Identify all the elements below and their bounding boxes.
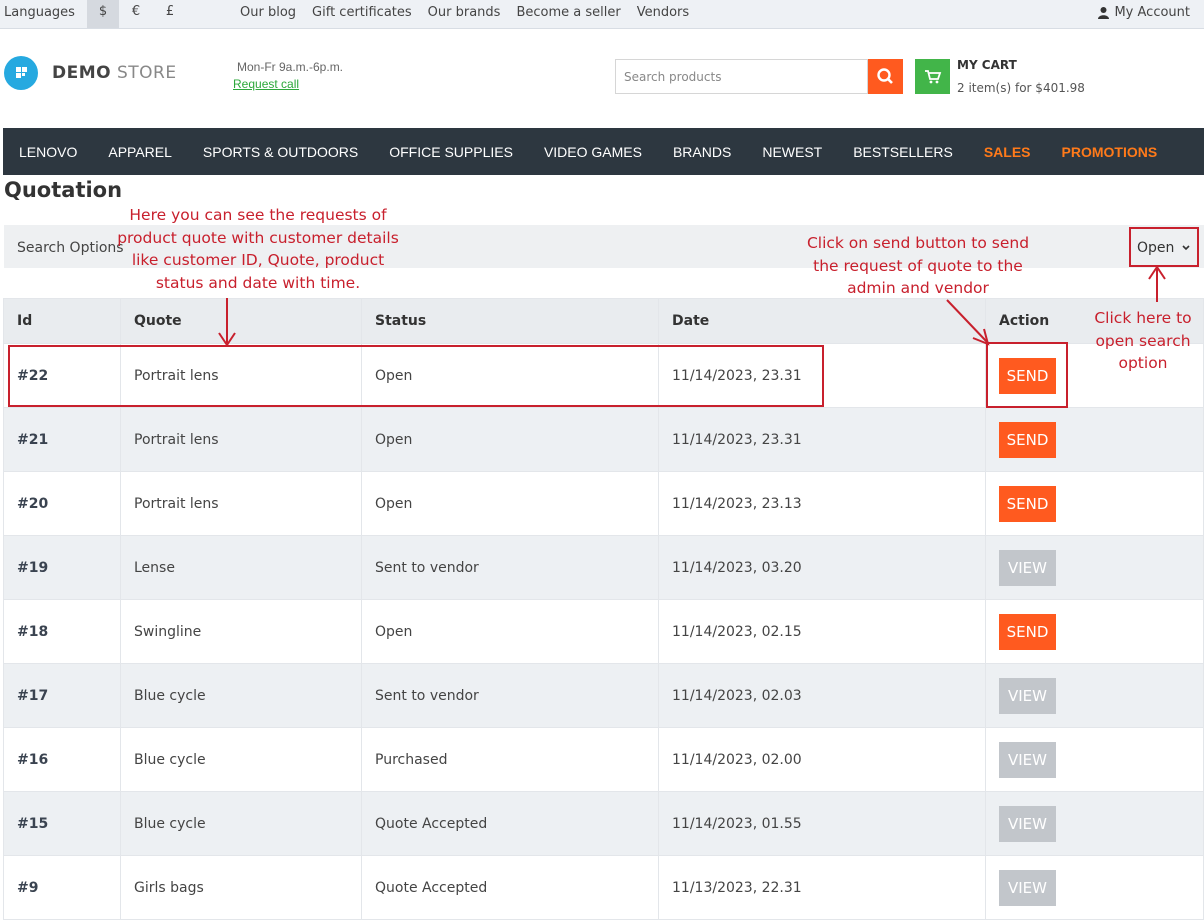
- annotation-arrows: [218, 265, 1166, 347]
